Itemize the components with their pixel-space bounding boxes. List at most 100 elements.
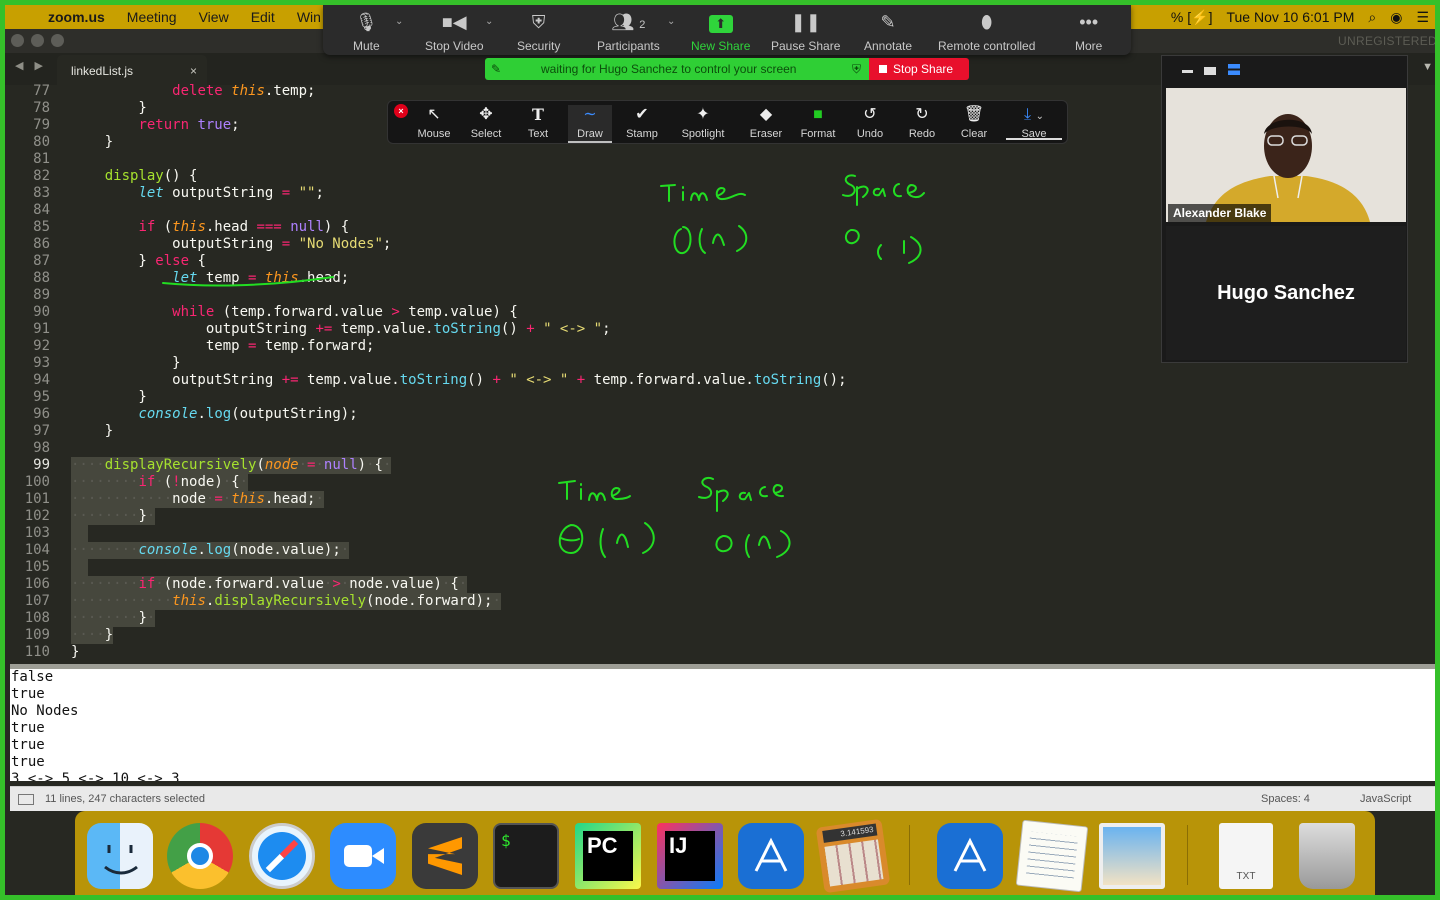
textedit-icon[interactable] [1015, 819, 1089, 893]
code-editor[interactable]: 77 delete this.temp; 78 } 79 return true… [10, 83, 1160, 665]
menu-extras: % [⚡] Tue Nov 10 6:01 PM ⌕ ◉ ☰ [1171, 5, 1435, 29]
new-share-button[interactable]: ⬆ New Share [691, 9, 750, 53]
tool-select[interactable]: ✥ Select [468, 105, 504, 140]
speaker-view-icon[interactable] [1204, 67, 1216, 75]
tab-dropdown-icon[interactable]: ▼ [1422, 61, 1433, 73]
remote-control-button[interactable]: ⬮ Remote controlled [938, 9, 1035, 53]
tab-close-icon[interactable]: × [190, 64, 197, 78]
gallery-view-icon[interactable] [1228, 64, 1240, 75]
preview-icon[interactable] [1099, 823, 1165, 889]
panel-toggle-icon[interactable] [18, 794, 34, 805]
txt-file-label: TXT [1236, 871, 1256, 882]
tool-label: Text [527, 128, 549, 140]
participants-button[interactable]: 👥︎ 2 Participants ⌄ [597, 9, 675, 53]
more-button[interactable]: ••• More [1075, 9, 1102, 53]
current-line-number: 99 [33, 457, 50, 473]
tool-mouse[interactable]: ↖ Mouse [416, 105, 452, 140]
minimize-window-button[interactable] [31, 34, 44, 47]
tool-spotlight[interactable]: ✦ Spotlight [678, 105, 728, 140]
line-number: 84 [33, 202, 50, 218]
line-number: 82 [33, 168, 50, 184]
siri-icon[interactable]: ◉ [1390, 9, 1402, 26]
tool-draw[interactable]: ∼ Draw [568, 105, 612, 143]
spotlight-search-icon[interactable]: ⌕ [1368, 9, 1376, 26]
mute-button[interactable]: 🎙︎ Mute ⌄ [353, 9, 403, 53]
pin-icon[interactable]: ✎ [491, 58, 501, 80]
pencil-icon: ✎ [880, 12, 896, 32]
calculator-icon[interactable]: 3.141593 [815, 818, 891, 894]
video-tile-remote[interactable]: Hugo Sanchez [1166, 226, 1406, 360]
tool-stamp[interactable]: ✔ Stamp [624, 105, 660, 140]
tool-redo[interactable]: ↻ Redo [906, 105, 938, 140]
line-number: 108 [24, 610, 50, 626]
more-label: More [1075, 39, 1103, 53]
tool-label: Select [470, 128, 502, 140]
xcode-icon[interactable] [937, 823, 1003, 889]
console-line: true [11, 754, 45, 770]
tool-format[interactable]: ■ Format [798, 105, 838, 140]
pycharm-icon[interactable]: PC [575, 823, 641, 889]
tool-label: Spotlight [681, 128, 725, 140]
tool-undo[interactable]: ↺ Undo [854, 105, 886, 140]
syntax-setting[interactable]: JavaScript [1360, 793, 1411, 805]
intellij-icon[interactable]: IJ [657, 823, 723, 889]
clock[interactable]: Tue Nov 10 6:01 PM [1226, 9, 1354, 25]
participants-options-chevron-icon[interactable]: ⌄ [667, 16, 675, 27]
mute-options-chevron-icon[interactable]: ⌄ [395, 16, 403, 27]
app-menu[interactable]: zoom.us [37, 9, 116, 25]
pause-share-button[interactable]: ❚❚ Pause Share [771, 9, 840, 53]
video-tile-self[interactable]: Alexander Blake [1166, 88, 1406, 222]
indent-setting[interactable]: Spaces: 4 [1261, 793, 1310, 805]
close-annotation-icon[interactable]: × [394, 104, 408, 118]
zoom-window-button[interactable] [51, 34, 64, 47]
save-icon-glyph: ⤓ [1024, 106, 1032, 123]
console-line: false [11, 669, 54, 685]
xcode-icon[interactable] [738, 823, 804, 889]
participant-name-self: Alexander Blake [1168, 204, 1272, 222]
console-output[interactable]: false true No Nodes true true true 3 <->… [10, 669, 1435, 781]
tab-linkedlist[interactable]: linkedList.js × [57, 55, 207, 85]
annotate-button[interactable]: ✎ Annotate [864, 9, 912, 53]
line-number: 89 [33, 287, 50, 303]
undo-icon: ↺ [863, 106, 877, 123]
line-number: 102 [24, 508, 50, 524]
tool-save[interactable]: ⤓ ⌄ Save [1006, 105, 1062, 140]
finder-icon[interactable] [87, 823, 153, 889]
battery-status[interactable]: % [⚡] [1171, 9, 1213, 26]
line-number: 106 [24, 576, 50, 592]
zoom-video-gallery[interactable]: Alexander Blake Hugo Sanchez [1161, 55, 1408, 363]
chrome-icon[interactable] [167, 823, 233, 889]
annotation-toolbar: × ↖ Mouse ✥ Select T Text ∼ Draw ✔ Stamp ✦ Spo… [387, 100, 1068, 144]
menu-view[interactable]: View [188, 9, 240, 25]
cursor-arrow-icon: ↖ [427, 106, 441, 123]
stop-share-label: Stop Share [893, 62, 954, 76]
menu-edit[interactable]: Edit [240, 9, 286, 25]
stop-video-button[interactable]: ■◀ Stop Video ⌄ [425, 9, 493, 53]
shield-icon: ⛨ [531, 12, 546, 32]
safari-icon[interactable] [249, 823, 315, 889]
menu-meeting[interactable]: Meeting [116, 9, 188, 25]
notification-center-icon[interactable]: ☰ [1416, 9, 1429, 26]
pycharm-badge: PC [583, 831, 633, 881]
new-share-label: New Share [691, 39, 751, 53]
stop-share-button[interactable]: Stop Share [869, 58, 969, 80]
txt-file-icon[interactable]: TXT [1219, 823, 1273, 889]
save-options-chevron-icon[interactable]: ⌄ [1036, 111, 1044, 122]
close-window-button[interactable] [11, 34, 24, 47]
line-number: 105 [24, 559, 50, 575]
sublime-text-icon[interactable] [412, 823, 478, 889]
tool-text[interactable]: T Text [522, 105, 554, 140]
video-options-chevron-icon[interactable]: ⌄ [485, 16, 493, 27]
tab-nav-arrows-icon[interactable]: ◀ ▶ [15, 59, 47, 72]
tool-clear[interactable]: 🗑 Clear [958, 105, 990, 140]
terminal-icon[interactable]: $ [493, 823, 559, 889]
verified-shield-icon: ⛨ [851, 62, 861, 76]
tool-eraser[interactable]: ◆ Eraser [748, 105, 784, 140]
magic-wand-icon: ✦ [696, 106, 710, 123]
tool-label: Eraser [749, 128, 783, 140]
trash-icon[interactable] [1299, 823, 1355, 889]
security-button[interactable]: ⛨ Security [517, 9, 560, 53]
zoom-app-icon[interactable] [330, 823, 396, 889]
remote-control-label: Remote controlled [938, 39, 1036, 53]
minimize-gallery-icon[interactable] [1182, 70, 1193, 73]
